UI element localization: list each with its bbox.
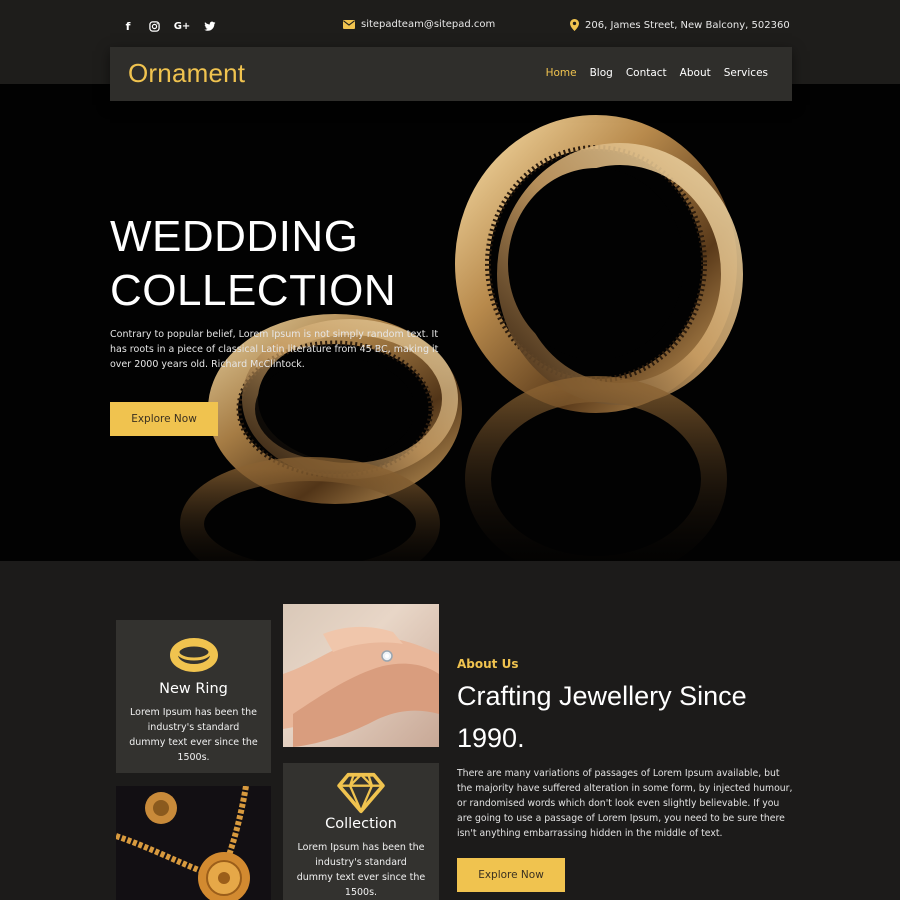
navbar: Ornament Home Blog Contact About Service…	[110, 47, 792, 101]
diamond-icon	[337, 772, 385, 814]
site-logo[interactable]: Ornament	[128, 58, 245, 89]
hero-banner: WEDDDING COLLECTION Contrary to popular …	[0, 84, 900, 561]
address-text: 206, James Street, New Balcony, 502360	[585, 19, 790, 31]
hero-title-line-1: WEDDDING	[110, 212, 359, 261]
card-title: New Ring	[159, 681, 228, 697]
ring-icon	[169, 638, 218, 672]
necklace-image	[116, 786, 250, 900]
card-title: Collection	[325, 816, 397, 832]
nav-contact[interactable]: Contact	[626, 67, 667, 79]
nav-services[interactable]: Services	[724, 67, 768, 79]
nav-about[interactable]: About	[680, 67, 711, 79]
earrings-image	[180, 115, 743, 561]
collection-card[interactable]: Collection Lorem Ipsum has been the indu…	[283, 763, 439, 900]
map-pin-icon	[570, 19, 579, 31]
email-contact[interactable]: sitepadteam@sitepad.com	[343, 19, 495, 30]
email-text: sitepadteam@sitepad.com	[361, 19, 496, 30]
card-text: Lorem Ipsum has been the industry's stan…	[129, 707, 258, 763]
hands-image	[283, 626, 439, 747]
facebook-icon[interactable]: f	[121, 19, 135, 33]
envelope-icon	[343, 20, 355, 29]
social-links: f G+	[121, 19, 217, 33]
twitter-icon[interactable]	[203, 19, 217, 33]
google-plus-icon[interactable]: G+	[173, 19, 191, 33]
hero-title-line-2: COLLECTION	[110, 266, 397, 315]
main-nav: Home Blog Contact About Services	[546, 67, 768, 79]
hero-description: Contrary to popular belief, Lorem Ipsum …	[110, 329, 439, 370]
about-title: Crafting Jewellery Since 1990.	[457, 681, 747, 753]
necklace-photo	[116, 786, 271, 900]
card-text: Lorem Ipsum has been the industry's stan…	[296, 842, 426, 898]
new-ring-card[interactable]: New Ring Lorem Ipsum has been the indust…	[116, 620, 271, 773]
address-contact: 206, James Street, New Balcony, 502360	[570, 19, 790, 31]
nav-blog[interactable]: Blog	[590, 67, 613, 79]
hero-title: WEDDDING COLLECTION	[110, 210, 396, 318]
ring-hands-photo	[283, 604, 439, 747]
hero-explore-button[interactable]: Explore Now	[110, 402, 218, 436]
nav-home[interactable]: Home	[546, 67, 577, 79]
instagram-icon[interactable]	[147, 19, 161, 33]
about-explore-button[interactable]: Explore Now	[457, 858, 565, 892]
about-label: About Us	[457, 657, 519, 671]
about-description: There are many variations of passages of…	[457, 768, 793, 839]
